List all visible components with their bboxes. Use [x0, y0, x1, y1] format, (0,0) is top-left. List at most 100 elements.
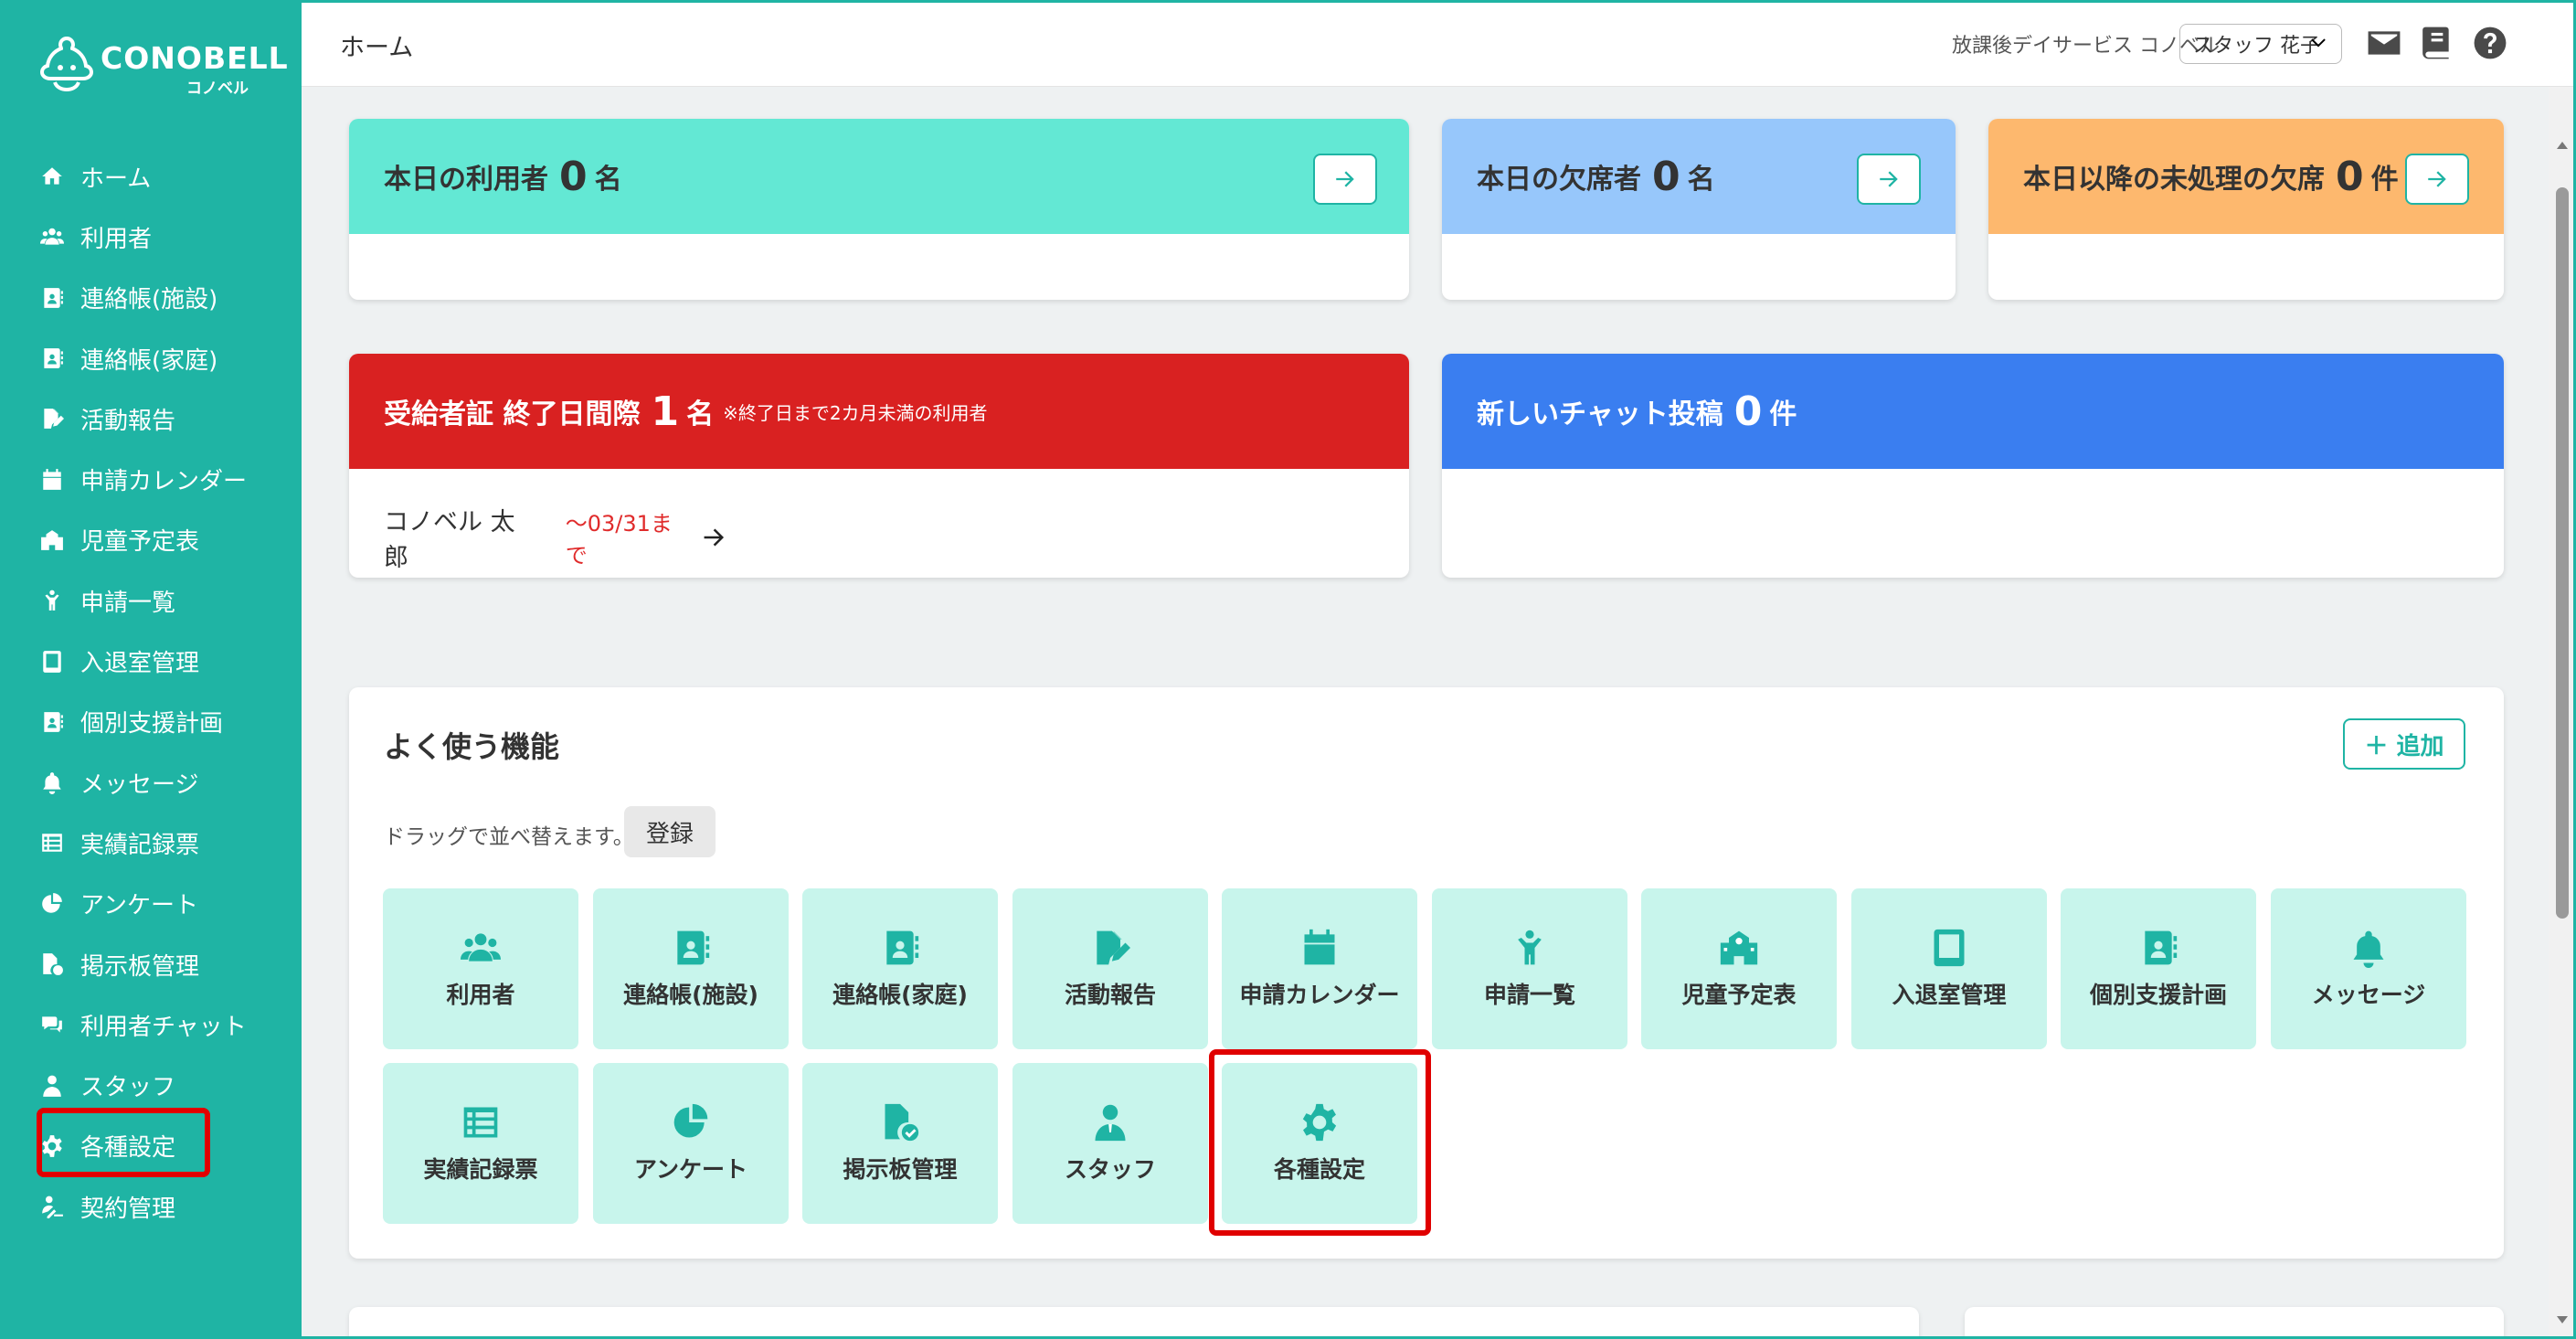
today-absent-arrow-button[interactable] [1857, 154, 1921, 205]
users-icon [37, 221, 68, 252]
staff-icon [1090, 1102, 1130, 1142]
card-unit: 件 [1769, 399, 1797, 430]
sidebar-item-label: スタッフ [80, 1074, 176, 1102]
card-count: 1 [651, 388, 680, 435]
tile-label: 児童予定表 [1681, 982, 1797, 1008]
new-chat-card: 新しいチャット投稿 0 件 [1442, 354, 2504, 578]
sidebar-item-staff[interactable]: スタッフ [37, 1055, 292, 1115]
tile-request-calendar[interactable]: 申請カレンダー [1222, 888, 1417, 1049]
card-unit: 件 [2370, 164, 2399, 196]
tile-contact-book-facility[interactable]: 連絡帳(施設) [593, 888, 789, 1049]
today-users-arrow-button[interactable] [1313, 154, 1377, 205]
favorites-title: よく使う機能 [384, 729, 560, 764]
contract-icon [37, 1191, 68, 1222]
sidebar-item-records[interactable]: 実績記録票 [37, 813, 292, 873]
card-note: ※終了日まで2カ月未満の利用者 [723, 401, 988, 424]
tile-request-list[interactable]: 申請一覧 [1432, 888, 1627, 1049]
sidebar-item-contact-book-home[interactable]: 連絡帳(家庭) [37, 328, 292, 388]
card-header: 本日の利用者 0 名 [349, 119, 1409, 234]
sidebar-item-home[interactable]: ホーム [37, 146, 292, 207]
unprocessed-absent-arrow-button[interactable] [2405, 154, 2469, 205]
tile-attendance[interactable]: 入退室管理 [1851, 888, 2047, 1049]
sidebar-item-request-list[interactable]: 申請一覧 [37, 570, 292, 631]
file-check-icon [37, 949, 68, 980]
sidebar-item-activity-report[interactable]: 活動報告 [37, 388, 292, 449]
sidebar-item-label: 申請一覧 [80, 589, 176, 617]
sidebar-item-users[interactable]: 利用者 [37, 207, 292, 267]
tile-label: 利用者 [446, 982, 515, 1008]
app-logo[interactable]: CONOBELL コノベル [40, 35, 288, 99]
register-button[interactable]: 登録 [624, 806, 716, 857]
chevron-down-icon [2308, 32, 2328, 52]
card-count: 0 [2336, 153, 2364, 200]
tile-messages[interactable]: メッセージ [2271, 888, 2466, 1049]
contact-book-icon [2138, 928, 2178, 968]
tile-survey[interactable]: アンケート [593, 1063, 789, 1224]
logo-subtext: コノベル [186, 80, 249, 98]
file-check-icon [880, 1102, 920, 1142]
file-pen-icon [37, 403, 68, 434]
tile-bulletin[interactable]: 掲示板管理 [802, 1063, 998, 1224]
tile-support-plan[interactable]: 個別支援計画 [2061, 888, 2256, 1049]
logo-text: CONOBELL [101, 40, 289, 76]
arrow-right-icon [1877, 167, 1901, 191]
tile-staff[interactable]: スタッフ [1012, 1063, 1208, 1224]
tile-label: 申請一覧 [1483, 982, 1575, 1008]
sidebar-item-child-schedule[interactable]: 児童予定表 [37, 510, 292, 570]
tile-activity-report[interactable]: 活動報告 [1012, 888, 1208, 1049]
sidebar-item-label: 申請カレンダー [80, 468, 248, 496]
tile-label: 実績記録票 [423, 1156, 538, 1183]
page-scrollbar[interactable] [2549, 87, 2576, 1339]
table-list-icon [37, 827, 68, 858]
home-icon [37, 161, 68, 192]
tile-contact-book-home[interactable]: 連絡帳(家庭) [802, 888, 998, 1049]
tile-label: 入退室管理 [1892, 982, 2007, 1008]
sidebar-item-label: ホーム [80, 165, 152, 193]
manual-book-icon[interactable] [2420, 26, 2454, 60]
certificate-expiry-card: 受給者証 終了日間際 1 名 ※終了日まで2カ月未満の利用者 コノベル 太郎 〜… [349, 354, 1409, 578]
staff-icon [37, 1070, 68, 1101]
sidebar-item-label: 利用者チャット [80, 1013, 247, 1041]
scrollbar-thumb[interactable] [2556, 187, 2569, 919]
sidebar-item-bulletin[interactable]: 掲示板管理 [37, 934, 292, 994]
child-icon [1510, 928, 1550, 968]
sidebar-item-settings[interactable]: 各種設定 [37, 1116, 292, 1176]
card-label: 本日以降の未処理の欠席 [2023, 164, 2325, 196]
pie-chart-icon [671, 1102, 711, 1142]
tile-child-schedule[interactable]: 児童予定表 [1641, 888, 1837, 1049]
tile-settings[interactable]: 各種設定 [1222, 1063, 1417, 1224]
child-icon [37, 585, 68, 616]
sidebar-item-attendance[interactable]: 入退室管理 [37, 631, 292, 691]
scroll-up-arrow-icon[interactable] [2557, 142, 2568, 149]
sidebar-item-support-plan[interactable]: 個別支援計画 [37, 692, 292, 752]
sidebar-item-label: アンケート [80, 892, 198, 920]
logo-mascot-icon [40, 36, 93, 92]
sidebar-item-request-calendar[interactable]: 申請カレンダー [37, 449, 292, 509]
certificate-user-link[interactable]: コノベル 太郎 〜03/31まで [384, 502, 727, 578]
arrow-right-icon [1333, 167, 1357, 191]
card-label: 本日の利用者 [384, 164, 548, 196]
drag-hint: ドラッグで並べ替えます。 [384, 825, 634, 849]
card-unit: 名 [686, 399, 715, 430]
sidebar-item-survey[interactable]: アンケート [37, 874, 292, 934]
today-users-card: 本日の利用者 0 名 [349, 119, 1409, 300]
school-icon [37, 525, 68, 556]
sidebar-item-label: 契約管理 [80, 1195, 176, 1223]
tile-label: 掲示板管理 [843, 1156, 958, 1183]
staff-select[interactable]: スタッフ 花子 [2179, 24, 2342, 64]
scroll-down-arrow-icon[interactable] [2557, 1316, 2568, 1323]
tile-users[interactable]: 利用者 [383, 888, 578, 1049]
help-icon[interactable] [2473, 26, 2507, 60]
mail-icon[interactable] [2367, 26, 2401, 60]
unprocessed-absent-card: 本日以降の未処理の欠席 0 件 [1988, 119, 2504, 300]
sidebar-item-user-chat[interactable]: 利用者チャット [37, 994, 292, 1055]
tile-label: 連絡帳(家庭) [832, 982, 968, 1008]
sidebar-item-contact-book-facility[interactable]: 連絡帳(施設) [37, 268, 292, 328]
sidebar-item-messages[interactable]: メッセージ [37, 752, 292, 813]
card-label: 新しいチャット投稿 [1477, 399, 1723, 430]
tile-label: スタッフ [1064, 1156, 1156, 1183]
tile-records[interactable]: 実績記録票 [383, 1063, 578, 1224]
sidebar-item-contract[interactable]: 契約管理 [37, 1176, 292, 1237]
today-absent-card: 本日の欠席者 0 名 [1442, 119, 1956, 300]
add-favorite-button[interactable]: ＋ 追加 [2343, 718, 2465, 770]
